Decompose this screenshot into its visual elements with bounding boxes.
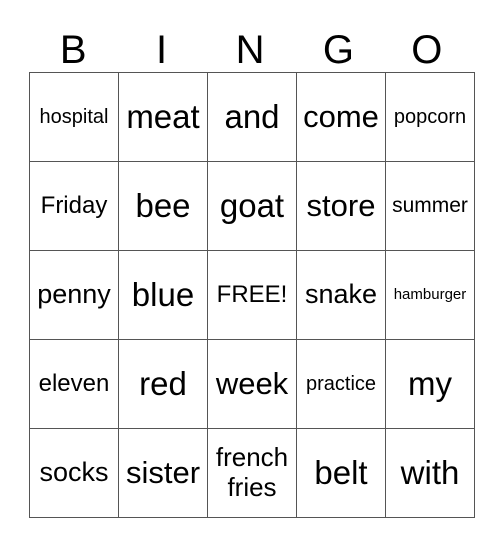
bingo-header: B I N G O (29, 28, 471, 72)
bingo-cell[interactable]: store (296, 161, 386, 251)
header-letter-b: B (59, 28, 87, 72)
bingo-cell[interactable]: come (296, 72, 386, 162)
header-letter-n: N (235, 28, 265, 72)
bingo-row: eleven red week practice my (29, 339, 475, 429)
bingo-cell[interactable]: summer (385, 161, 475, 251)
bingo-cell[interactable]: bee (118, 161, 208, 251)
free-space-cell[interactable]: FREE! (207, 250, 297, 340)
bingo-cell[interactable]: belt (296, 428, 386, 518)
header-letter-o: O (411, 28, 443, 72)
bingo-row: hospital meat and come popcorn (29, 72, 475, 162)
bingo-cell[interactable]: french fries (207, 428, 297, 518)
header-letter-i: I (156, 28, 168, 72)
bingo-cell[interactable]: Friday (29, 161, 119, 251)
bingo-cell[interactable]: popcorn (385, 72, 475, 162)
bingo-cell[interactable]: sister (118, 428, 208, 518)
bingo-cell[interactable]: week (207, 339, 297, 429)
bingo-cell[interactable]: eleven (29, 339, 119, 429)
bingo-cell[interactable]: socks (29, 428, 119, 518)
bingo-cell[interactable]: hospital (29, 72, 119, 162)
bingo-cell[interactable]: red (118, 339, 208, 429)
bingo-cell[interactable]: hamburger (385, 250, 475, 340)
bingo-cell[interactable]: practice (296, 339, 386, 429)
bingo-cell[interactable]: and (207, 72, 297, 162)
bingo-cell[interactable]: blue (118, 250, 208, 340)
bingo-card: hospital meat and come popcorn Friday be… (29, 72, 475, 518)
bingo-row: Friday bee goat store summer (29, 161, 475, 251)
bingo-cell[interactable]: goat (207, 161, 297, 251)
bingo-row: penny blue FREE! snake hamburger (29, 250, 475, 340)
bingo-row: socks sister french fries belt with (29, 428, 475, 518)
header-letter-g: G (322, 28, 354, 72)
bingo-cell[interactable]: snake (296, 250, 386, 340)
bingo-cell[interactable]: meat (118, 72, 208, 162)
bingo-cell[interactable]: my (385, 339, 475, 429)
bingo-cell[interactable]: with (385, 428, 475, 518)
bingo-cell[interactable]: penny (29, 250, 119, 340)
